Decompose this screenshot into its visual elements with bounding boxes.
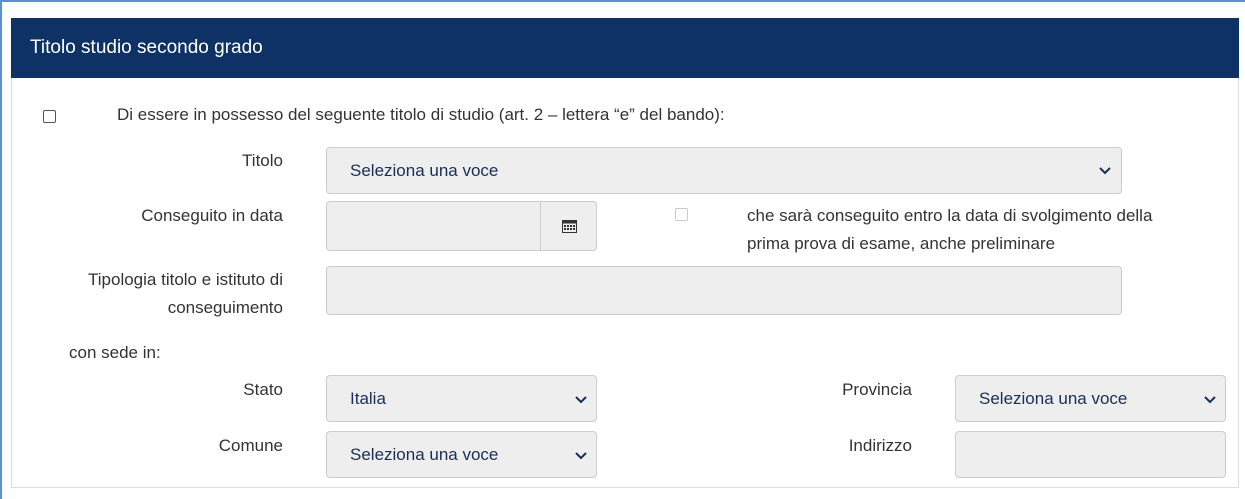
stato-label: Stato (243, 380, 283, 399)
tipologia-label-line1: Tipologia titolo e istituto di (88, 270, 283, 289)
sede-heading: con sede in: (69, 343, 161, 362)
tipologia-input[interactable] (326, 266, 1122, 315)
possesso-titolo-checkbox[interactable] (43, 110, 56, 123)
titolo-select[interactable]: Seleziona una voce (326, 147, 1122, 194)
provincia-select[interactable]: Seleziona una voce (955, 375, 1226, 422)
conseguimento-futuro-label-line1: che sarà conseguito entro la data di svo… (747, 206, 1153, 225)
conseguito-label: Conseguito in data (141, 206, 283, 225)
stato-select-value: Italia (350, 389, 386, 408)
provincia-select-value: Seleziona una voce (979, 389, 1128, 408)
calendar-icon (562, 220, 577, 233)
stato-select[interactable]: Italia (326, 375, 597, 422)
conseguito-date-input[interactable] (326, 201, 597, 251)
chevron-down-icon (575, 452, 587, 460)
titolo-select-value: Seleziona una voce (350, 161, 499, 180)
indirizzo-input[interactable] (955, 431, 1226, 478)
indirizzo-label: Indirizzo (848, 436, 912, 455)
conseguimento-futuro-checkbox[interactable] (675, 208, 688, 221)
comune-select-value: Seleziona una voce (350, 445, 499, 464)
conseguimento-futuro-label-line2: prima prova di esame, anche preliminare (747, 234, 1056, 253)
chevron-down-icon (575, 396, 587, 404)
chevron-down-icon (1099, 167, 1111, 175)
comune-label: Comune (218, 436, 283, 455)
panel-title: Titolo studio secondo grado (11, 18, 1239, 78)
provincia-label: Provincia (842, 380, 912, 399)
chevron-down-icon (1204, 396, 1216, 404)
comune-select[interactable]: Seleziona una voce (326, 431, 597, 478)
titolo-label: Titolo (242, 151, 283, 170)
possesso-titolo-label: Di essere in possesso del seguente titol… (117, 105, 725, 124)
tipologia-label-line2: conseguimento (167, 298, 283, 317)
calendar-button[interactable] (540, 202, 597, 250)
